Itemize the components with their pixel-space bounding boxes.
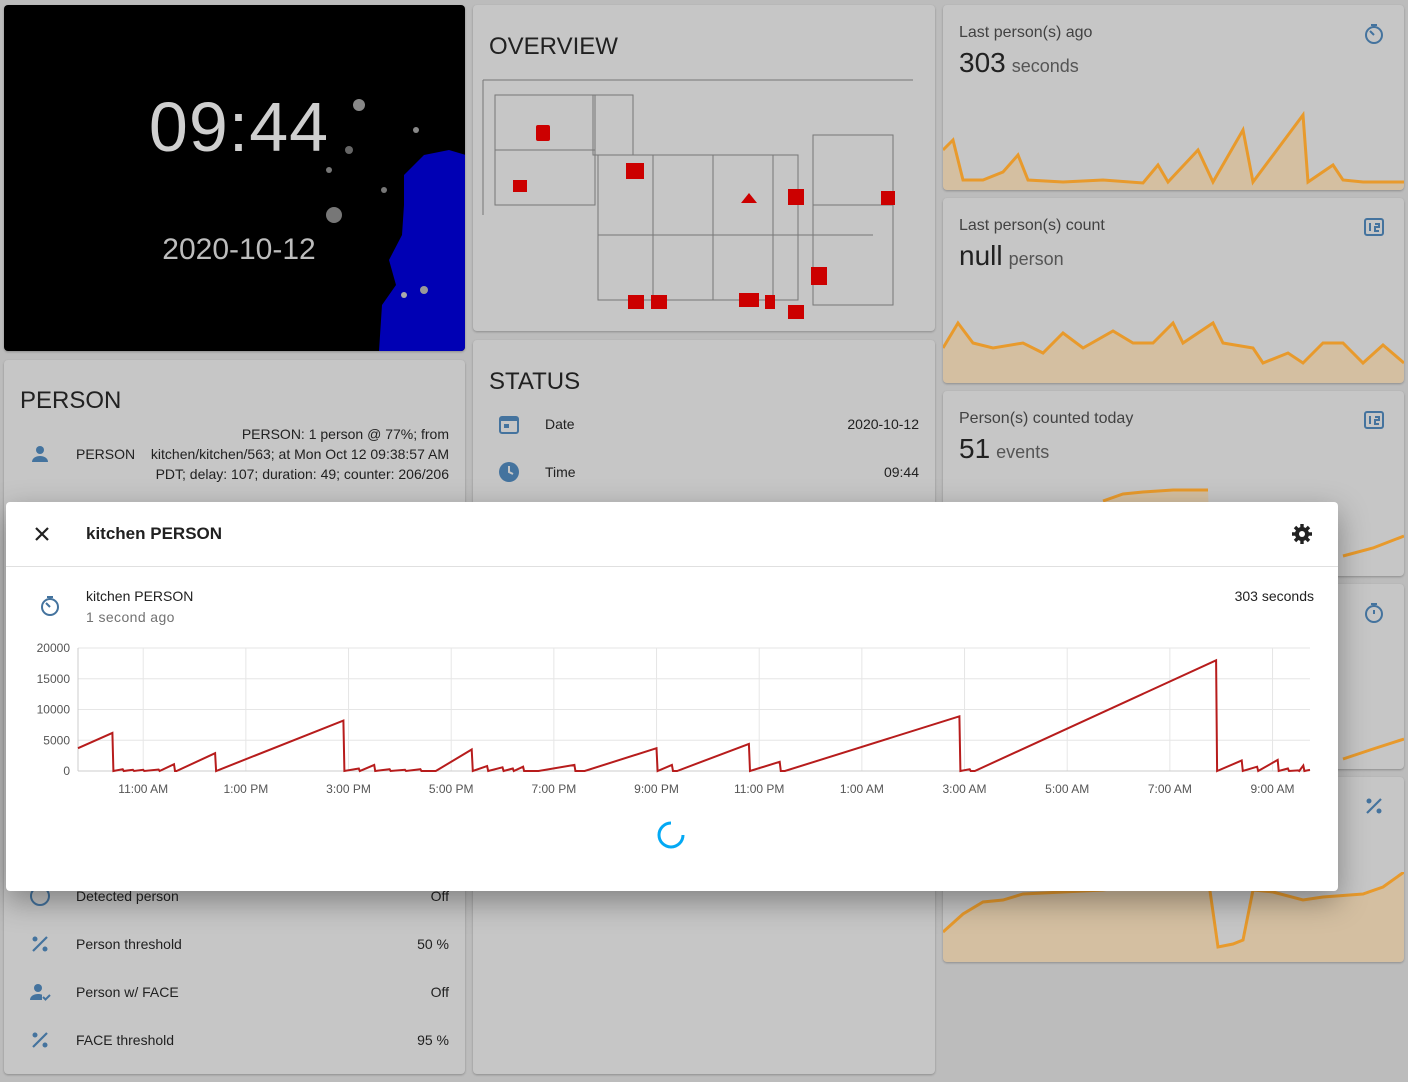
x-tick-label: 1:00 PM	[224, 782, 269, 796]
x-tick-label: 1:00 AM	[840, 782, 884, 796]
x-tick-label: 9:00 AM	[1251, 782, 1295, 796]
x-tick-label: 11:00 PM	[734, 782, 784, 796]
series-line	[77, 658, 1311, 773]
y-tick-label: 20000	[37, 641, 71, 655]
x-tick-label: 3:00 PM	[326, 782, 371, 796]
y-tick-label: 10000	[37, 703, 71, 717]
x-tick-label: 5:00 AM	[1045, 782, 1089, 796]
y-tick-label: 15000	[37, 672, 71, 686]
loading-spinner	[657, 821, 685, 849]
y-tick-label: 0	[63, 764, 70, 778]
x-tick-label: 3:00 AM	[943, 782, 987, 796]
y-tick-label: 5000	[43, 733, 70, 747]
x-tick-label: 7:00 AM	[1148, 782, 1192, 796]
x-tick-label: 11:00 AM	[118, 782, 168, 796]
x-tick-label: 9:00 PM	[634, 782, 679, 796]
x-tick-label: 7:00 PM	[532, 782, 577, 796]
x-tick-label: 5:00 PM	[429, 782, 474, 796]
more-info-dialog: kitchen PERSON kitchen PERSON 1 second a…	[6, 502, 1338, 891]
